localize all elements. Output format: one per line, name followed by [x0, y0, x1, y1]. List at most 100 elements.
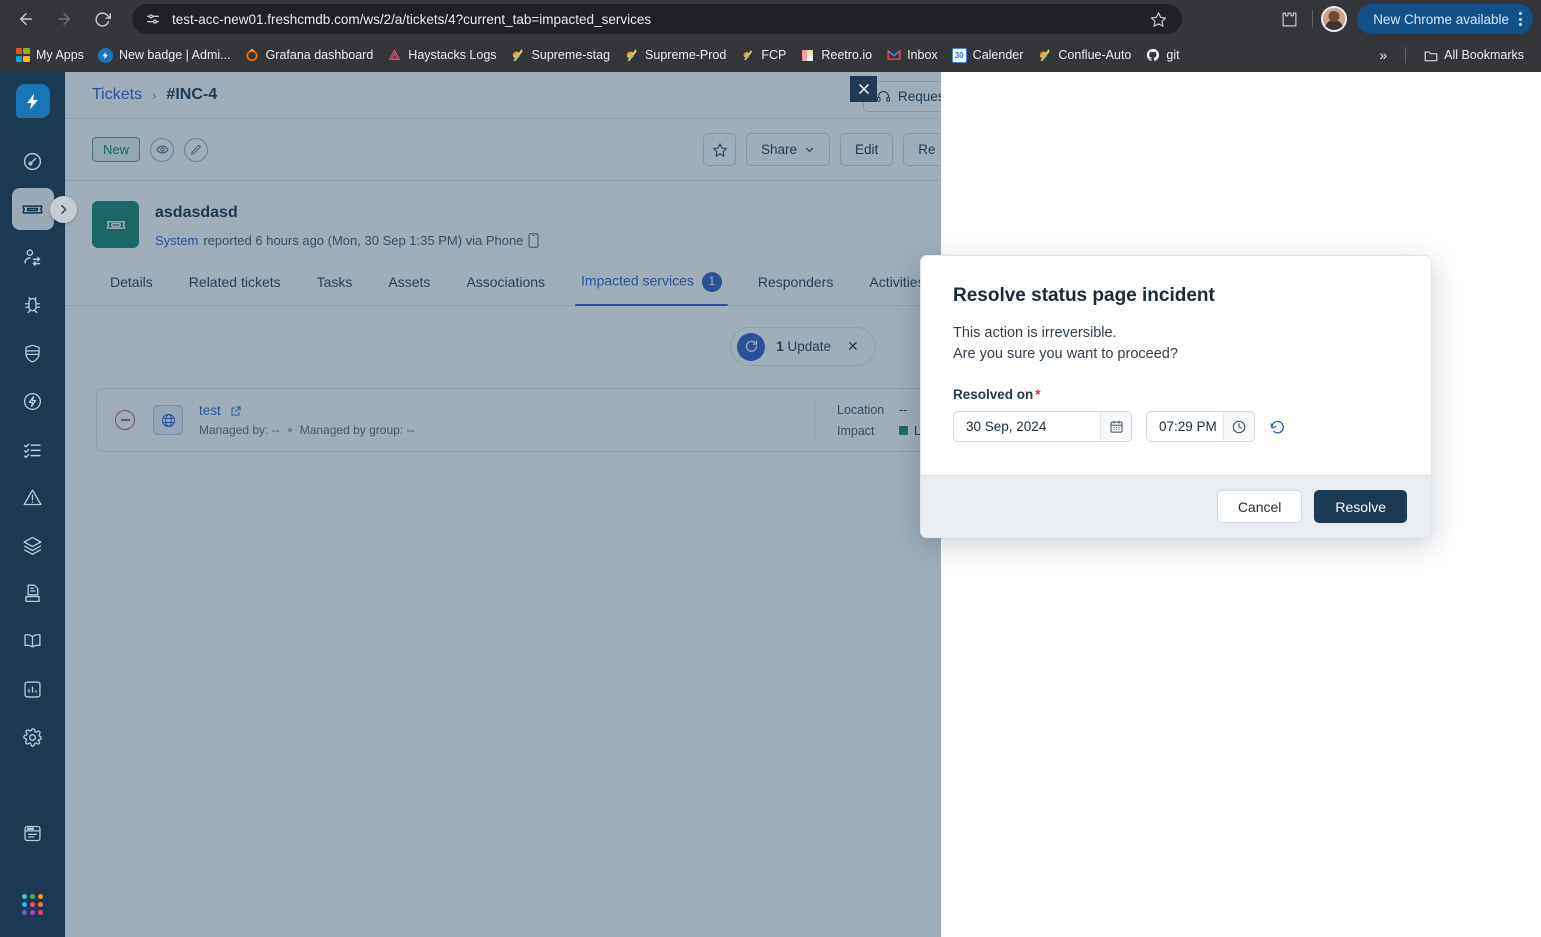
sidebar-item-contracts[interactable]	[12, 572, 68, 614]
resolved-on-field-row: 30 Sep, 2024 07:29 PM	[953, 411, 1399, 442]
bookmark-label: Supreme-stag	[531, 48, 611, 62]
prism-icon	[1037, 48, 1052, 63]
sidebar-item-releases[interactable]	[12, 380, 54, 422]
forward-button[interactable]	[48, 3, 80, 35]
address-bar[interactable]: test-acc-new01.freshcmdb.com/ws/2/a/tick…	[132, 4, 1182, 34]
site-settings-icon[interactable]	[142, 8, 164, 30]
google-calendar-icon: 30	[951, 47, 967, 63]
dialog-message-line1: This action is irreversible.	[953, 325, 1117, 341]
warning-triangle-icon	[22, 487, 43, 508]
date-value: 30 Sep, 2024	[966, 419, 1047, 434]
sidebar-item-status-page[interactable]	[12, 812, 54, 854]
back-button[interactable]	[10, 3, 42, 35]
gmail-icon	[886, 48, 901, 63]
extensions-puzzle-icon[interactable]	[1274, 4, 1304, 34]
browser-toolbar-right: New Chrome available	[1274, 0, 1533, 38]
reload-button[interactable]	[86, 3, 118, 35]
chrome-menu-kebab-icon[interactable]	[1516, 12, 1525, 26]
gear-icon	[22, 727, 43, 748]
freshworks-bolt-logo[interactable]	[15, 84, 50, 118]
resolved-on-text: Resolved on	[953, 387, 1034, 402]
panel-close-button[interactable]	[850, 76, 877, 102]
sidebar-collapse-toggle[interactable]	[50, 196, 77, 223]
sidebar-item-dashboard[interactable]	[12, 140, 54, 182]
ticket-icon	[21, 198, 44, 221]
bookmark-my-apps[interactable]: My Apps	[8, 44, 91, 67]
speedometer-icon	[22, 151, 43, 172]
clock-icon[interactable]	[1224, 412, 1254, 441]
bolt-circle-icon	[22, 391, 43, 412]
app-switcher-dots-icon[interactable]	[22, 894, 43, 915]
grafana-icon	[245, 48, 260, 63]
bookmark-label: Reetro.io	[821, 48, 873, 62]
shield-icon	[22, 343, 43, 364]
bar-chart-icon	[22, 679, 43, 700]
date-input[interactable]: 30 Sep, 2024	[953, 411, 1132, 442]
url-text: test-acc-new01.freshcmdb.com/ws/2/a/tick…	[172, 11, 652, 27]
chrome-update-button[interactable]: New Chrome available	[1357, 4, 1533, 34]
app-page: Tickets › #INC-4 Reques New Share Edit R…	[0, 72, 1541, 937]
reset-undo-icon[interactable]	[1269, 418, 1286, 435]
bookmark-star-icon[interactable]	[1148, 9, 1168, 29]
user-switch-icon	[22, 247, 43, 268]
sidebar-item-admin[interactable]	[12, 716, 54, 758]
folder-icon	[1423, 48, 1438, 63]
bookmark-calender[interactable]: 30 Calender	[945, 44, 1031, 67]
avatar[interactable]	[1321, 6, 1348, 32]
bookmark-git[interactable]: git	[1138, 44, 1186, 67]
bookmarks-bar: My Apps New badge | Admi... Grafana dash…	[0, 38, 1541, 72]
bookmark-label: Haystacks Logs	[408, 48, 497, 62]
archive-doc-icon	[22, 583, 43, 604]
bookmark-conflue-auto[interactable]: Confluе-Auto	[1030, 44, 1138, 67]
bookmark-new-badge[interactable]: New badge | Admi...	[91, 44, 238, 67]
bookmark-label: FCP	[761, 48, 787, 62]
cancel-button[interactable]: Cancel	[1216, 490, 1303, 523]
time-input[interactable]: 07:29 PM	[1146, 411, 1255, 442]
sidebar-item-alerts[interactable]	[12, 476, 68, 518]
sidebar-item-solutions[interactable]	[12, 620, 54, 662]
bookmark-supreme-stag[interactable]: Supreme-stag	[504, 44, 618, 67]
sidebar-item-requesters[interactable]	[12, 236, 68, 278]
all-bookmarks-button[interactable]: All Bookmarks	[1416, 44, 1531, 67]
book-icon	[22, 631, 43, 652]
dialog-title: Resolve status page incident	[953, 285, 1215, 306]
sidebar-item-problems[interactable]	[12, 284, 54, 326]
sidebar-item-tickets[interactable]	[11, 188, 68, 230]
resolve-button[interactable]: Resolve	[1314, 490, 1407, 523]
dialog-body: Resolve status page incident This action…	[921, 256, 1431, 475]
microsoft-grid-icon	[15, 48, 30, 63]
modal-scrim[interactable]	[65, 72, 941, 937]
bookmark-label: git	[1166, 48, 1180, 62]
bookmark-label: New badge | Admi...	[118, 48, 231, 62]
bookmark-grafana[interactable]: Grafana dashboard	[238, 44, 381, 67]
sidebar-item-assets[interactable]	[12, 524, 68, 566]
bookmark-haystacks-logs[interactable]: Haystacks Logs	[380, 44, 503, 67]
resolve-incident-dialog: Resolve status page incident This action…	[920, 255, 1432, 538]
bookmark-inbox[interactable]: Inbox	[879, 44, 945, 67]
chrome-update-label: New Chrome available	[1373, 11, 1509, 27]
layers-icon	[22, 535, 43, 556]
prism-icon	[624, 48, 639, 63]
sidebar-item-tasks[interactable]	[12, 428, 54, 470]
bookmark-fcp[interactable]: FCP	[733, 44, 793, 67]
bookmarks-overflow-button[interactable]: »	[1371, 45, 1395, 65]
bookmark-label: My Apps	[36, 48, 84, 62]
sidebar-item-changes[interactable]	[12, 332, 54, 374]
bookmark-supreme-prod[interactable]: Supreme-Prod	[617, 44, 733, 67]
toolbar-divider	[1312, 10, 1314, 28]
sentry-icon	[387, 48, 402, 63]
reetro-icon	[800, 48, 815, 63]
bookmark-label: Grafana dashboard	[265, 48, 374, 62]
prism-icon	[740, 48, 755, 63]
calendar-icon[interactable]	[1101, 412, 1131, 441]
dialog-message-line2: Are you sure you want to proceed?	[953, 346, 1178, 362]
browser-toolbar: test-acc-new01.freshcmdb.com/ws/2/a/tick…	[0, 0, 1541, 38]
bookmarks-bar-right: » All Bookmarks	[1371, 44, 1531, 67]
github-icon	[1145, 48, 1160, 63]
sidebar-item-analytics[interactable]	[12, 668, 68, 710]
bookmark-label: Calender	[972, 48, 1024, 62]
bug-icon	[22, 295, 43, 316]
freshworks-bolt-icon	[97, 47, 113, 63]
bookmark-reetro[interactable]: Reetro.io	[793, 44, 879, 67]
prism-icon	[511, 48, 526, 63]
